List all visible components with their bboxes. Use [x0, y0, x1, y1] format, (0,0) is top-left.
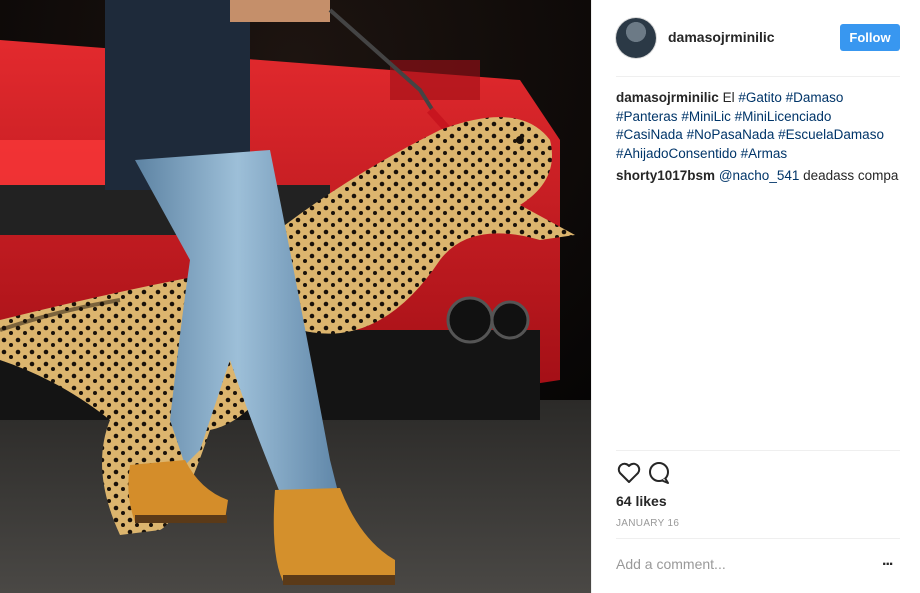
heart-icon[interactable] — [616, 460, 642, 486]
hashtag[interactable]: #MiniLic — [681, 109, 731, 124]
hashtag[interactable]: #Armas — [741, 146, 788, 161]
actions-divider — [616, 450, 900, 451]
comment-username[interactable]: shorty1017bsm — [616, 168, 715, 183]
add-comment-input[interactable]: Add a comment... — [616, 556, 726, 572]
more-options-icon[interactable]: ... — [882, 552, 893, 570]
comment-mention[interactable]: @nacho_541 — [719, 168, 800, 183]
hashtag[interactable]: #NoPasaNada — [687, 127, 775, 142]
hashtag[interactable]: #MiniLicenciado — [735, 109, 832, 124]
post-sidebar: damasojrminilic Follow damasojrminilic E… — [591, 0, 920, 593]
post-header: damasojrminilic Follow — [616, 18, 900, 58]
header-divider — [616, 76, 900, 77]
avatar[interactable] — [616, 18, 656, 58]
caption-text: El — [722, 90, 735, 105]
header-username[interactable]: damasojrminilic — [668, 29, 775, 45]
post-photo[interactable] — [0, 0, 591, 593]
comment-icon[interactable] — [646, 460, 672, 486]
comment-text: deadass compa — [803, 168, 899, 183]
hashtag[interactable]: #AhijadoConsentido — [616, 146, 737, 161]
hashtag[interactable]: #Gatito — [738, 90, 782, 105]
post-caption: damasojrminilic El #Gatito #Damaso #Pant… — [616, 89, 900, 163]
likes-count[interactable]: 64 likes — [616, 493, 667, 509]
photo-illustration — [0, 0, 591, 593]
comment-item: shorty1017bsm @nacho_541 deadass compa — [616, 167, 900, 185]
hashtag[interactable]: #CasiNada — [616, 127, 683, 142]
caption-username[interactable]: damasojrminilic — [616, 90, 719, 105]
post-date: JANUARY 16 — [616, 518, 680, 529]
follow-button[interactable]: Follow — [840, 24, 900, 51]
hashtag[interactable]: #EscuelaDamaso — [778, 127, 884, 142]
comment-divider — [616, 538, 900, 539]
hashtag[interactable]: #Damaso — [786, 90, 844, 105]
hashtag[interactable]: #Panteras — [616, 109, 678, 124]
